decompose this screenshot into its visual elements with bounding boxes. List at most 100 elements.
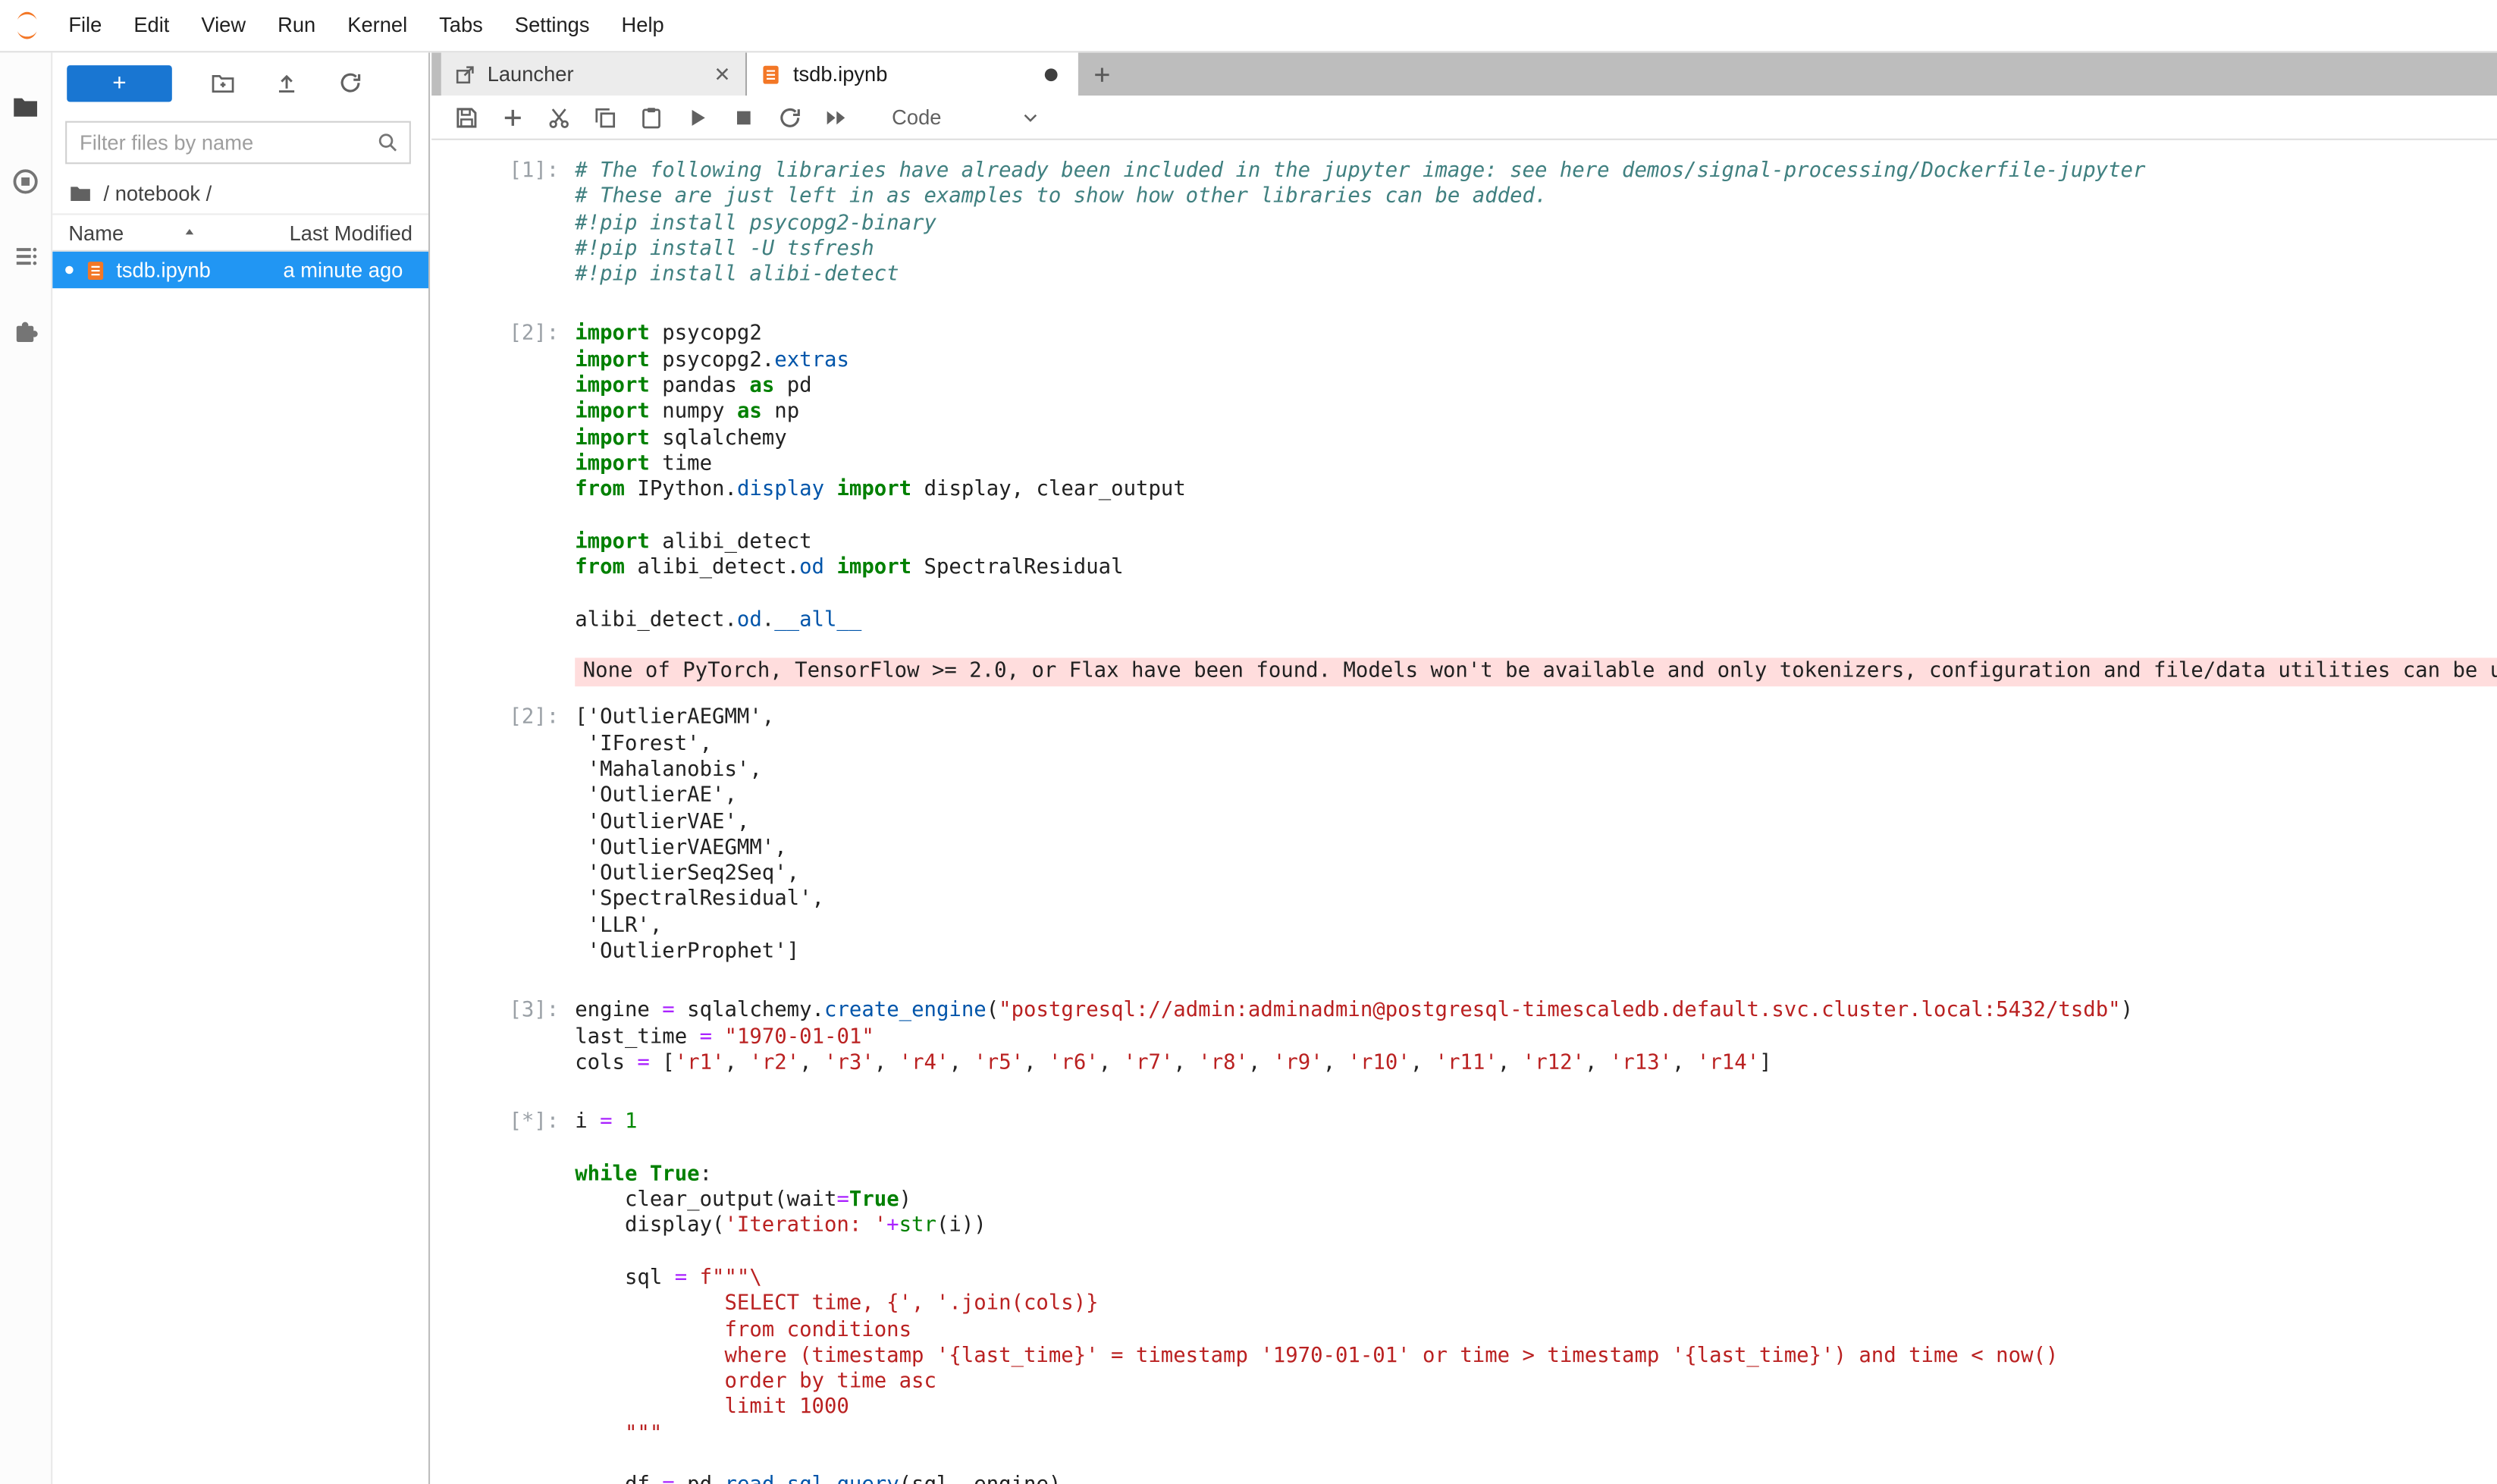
running-sessions-icon[interactable] (0, 143, 52, 218)
notebook-cell[interactable]: [2]:import psycopg2import psycopg2.extra… (431, 322, 2497, 965)
menu-tabs[interactable]: Tabs (423, 0, 499, 51)
output-prompt: [2]: (431, 706, 575, 732)
file-filter-box (65, 121, 411, 165)
input-prompt: [3]: (431, 999, 575, 1025)
code-line: SELECT time, {', '.join(cols)} (575, 1292, 2497, 1318)
output-line: 'SpectralResidual', (575, 888, 2497, 914)
code-line: where (timestamp '{last_time}' = timesta… (575, 1344, 2497, 1369)
sort-ascending-icon[interactable] (181, 224, 197, 240)
code-line: """ (575, 1422, 2497, 1448)
sort-by-modified[interactable]: Last Modified (290, 221, 413, 245)
table-of-contents-icon[interactable] (0, 218, 52, 293)
new-folder-icon[interactable] (210, 70, 236, 96)
tab-label: Launcher (488, 62, 574, 86)
save-icon[interactable] (454, 105, 480, 130)
output-line: 'OutlierAE', (575, 784, 2497, 810)
tab-notebook[interactable]: tsdb.ipynb (747, 52, 1078, 96)
code-editor[interactable]: engine = sqlalchemy.create_engine("postg… (575, 999, 2497, 1078)
file-name: tsdb.ipynb (116, 258, 210, 282)
code-line: from alibi_detect.od import SpectralResi… (575, 556, 2497, 582)
chevron-down-icon[interactable] (1019, 106, 1041, 128)
new-launcher-button[interactable]: + (67, 64, 172, 101)
menu-view[interactable]: View (185, 0, 262, 51)
input-prompt: [*]: (431, 1110, 575, 1136)
close-icon[interactable] (712, 64, 732, 84)
stderr-output: None of PyTorch, TensorFlow >= 2.0, or F… (575, 658, 2497, 687)
notebook-cells: [1]:# The following libraries have alrea… (431, 140, 2497, 1484)
folder-icon[interactable] (68, 180, 93, 205)
code-line: # The following libraries have already b… (575, 159, 2497, 185)
code-editor[interactable]: import psycopg2import psycopg2.extrasimp… (575, 322, 2497, 634)
tab-launcher[interactable]: Launcher (441, 52, 747, 96)
file-modified: a minute ago (283, 258, 403, 282)
extensions-icon[interactable] (0, 293, 52, 368)
input-prompt: [2]: (431, 322, 575, 348)
file-browser-icon[interactable] (0, 68, 52, 143)
output-line: 'OutlierProphet'] (575, 940, 2497, 965)
menu-kernel[interactable]: Kernel (331, 0, 423, 51)
output-line: 'OutlierVAE', (575, 810, 2497, 836)
code-line (575, 1240, 2497, 1266)
file-filter-input[interactable] (77, 129, 376, 156)
sort-by-name[interactable]: Name (68, 221, 124, 245)
unsaved-indicator-icon[interactable] (1045, 67, 1058, 80)
new-tab-button[interactable] (1078, 52, 1126, 96)
cut-icon[interactable] (546, 105, 572, 130)
code-editor[interactable]: # The following libraries have already b… (575, 159, 2497, 289)
code-line: #!pip install psycopg2-binary (575, 211, 2497, 237)
code-line: order by time asc (575, 1370, 2497, 1396)
file-browser-panel: + / notebook / Name (52, 52, 430, 1484)
restart-run-all-icon[interactable] (823, 105, 849, 130)
activity-bar (0, 52, 52, 1484)
code-line: #!pip install -U tsfresh (575, 237, 2497, 263)
jupyter-logo-icon (11, 10, 43, 42)
menu-edit[interactable]: Edit (118, 0, 185, 51)
code-line (575, 1448, 2497, 1473)
code-editor[interactable]: i = 1 while True: clear_output(wait=True… (575, 1110, 2497, 1484)
jupyterlab-app: File Edit View Run Kernel Tabs Settings … (0, 0, 2497, 1484)
upload-icon[interactable] (274, 70, 300, 96)
code-line: # These are just left in as examples to … (575, 185, 2497, 211)
stop-icon[interactable] (731, 105, 757, 130)
menu-run[interactable]: Run (262, 0, 331, 51)
menu-help[interactable]: Help (606, 0, 680, 51)
output-line: 'Mahalanobis', (575, 758, 2497, 784)
main-dock: Launcher tsdb.ipynb (431, 52, 2497, 1484)
code-line: import psycopg2.extras (575, 349, 2497, 375)
cell-type-select[interactable]: Code (892, 105, 941, 130)
notebook-file-icon (84, 259, 106, 281)
execute-result: ['OutlierAEGMM', 'IForest', 'Mahalanobis… (575, 706, 2497, 965)
code-line: i = 1 (575, 1110, 2497, 1136)
launcher-icon (454, 63, 476, 85)
file-row[interactable]: tsdb.ipynb a minute ago (52, 252, 428, 288)
paste-icon[interactable] (638, 105, 664, 130)
cell-input-row: [1]:# The following libraries have alrea… (431, 159, 2497, 289)
code-line: import pandas as pd (575, 375, 2497, 400)
code-line: display('Iteration: '+str(i)) (575, 1214, 2497, 1240)
code-line: sql = f"""\ (575, 1266, 2497, 1292)
code-line: #!pip install alibi-detect (575, 263, 2497, 289)
output-line: 'OutlierVAEGMM', (575, 836, 2497, 861)
run-icon[interactable] (685, 105, 711, 130)
notebook-cell[interactable]: [*]:i = 1 while True: clear_output(wait=… (431, 1110, 2497, 1484)
code-line: import time (575, 452, 2497, 478)
refresh-icon[interactable] (337, 70, 363, 96)
copy-icon[interactable] (592, 105, 618, 130)
code-line: from IPython.display import display, cle… (575, 478, 2497, 504)
menu-file[interactable]: File (52, 0, 118, 51)
notebook-cell[interactable]: [3]:engine = sqlalchemy.create_engine("p… (431, 999, 2497, 1078)
cell-input-row: [*]:i = 1 while True: clear_output(wait=… (431, 1110, 2497, 1484)
file-list-header: Name Last Modified (52, 213, 428, 251)
code-line: alibi_detect.od.__all__ (575, 608, 2497, 634)
breadcrumb[interactable]: / notebook / (52, 172, 428, 214)
search-icon (376, 130, 400, 155)
output-line: 'OutlierSeq2Seq', (575, 862, 2497, 888)
insert-cell-icon[interactable] (500, 105, 525, 130)
notebook-icon (760, 63, 782, 85)
menu-settings[interactable]: Settings (499, 0, 606, 51)
notebook-cell[interactable]: [1]:# The following libraries have alrea… (431, 159, 2497, 289)
output-line: 'IForest', (575, 732, 2497, 758)
cell-output-row: [2]:['OutlierAEGMM', 'IForest', 'Mahalan… (431, 706, 2497, 965)
restart-kernel-icon[interactable] (777, 105, 803, 130)
tab-bar: Launcher tsdb.ipynb (431, 52, 2497, 96)
